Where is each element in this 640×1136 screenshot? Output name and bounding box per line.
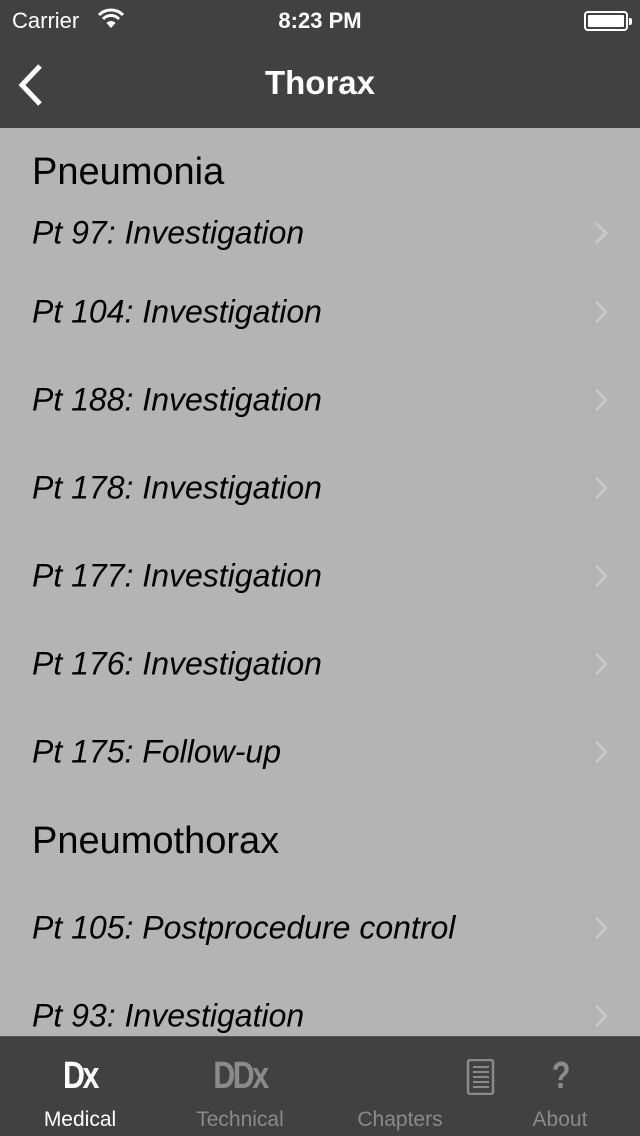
list-item-label: Pt 177: Investigation	[32, 557, 322, 594]
chevron-right-icon	[594, 300, 608, 324]
tab-label: About	[532, 1108, 588, 1131]
chevron-right-icon	[594, 916, 608, 940]
list-item-label: Pt 104: Investigation	[32, 293, 322, 330]
list-item[interactable]: Pt 188: Investigation	[0, 356, 640, 444]
chevron-right-icon	[594, 740, 608, 764]
list-item[interactable]: Pt 176: Investigation	[0, 620, 640, 708]
chevron-right-icon	[594, 1004, 608, 1028]
status-bar: Carrier 8:23 PM	[0, 0, 640, 40]
list-item-label: Pt 178: Investigation	[32, 469, 322, 506]
list-item[interactable]: Pt 93: Investigation	[0, 972, 640, 1036]
list-item[interactable]: Pt 105: Postprocedure control	[0, 884, 640, 972]
list-item[interactable]: Pt 97: Investigation	[0, 198, 640, 268]
case-list[interactable]: Pneumonia Pt 97: Investigation Pt 104: Inv…	[0, 128, 640, 1036]
list-item[interactable]: Pt 104: Investigation	[0, 268, 640, 356]
tab-about[interactable]: ? About	[480, 1037, 640, 1136]
header: Carrier 8:23 PM Thorax	[0, 0, 640, 128]
section-header: Pneumothorax	[32, 820, 280, 862]
section-header: Pneumonia	[32, 151, 225, 193]
chevron-right-icon	[594, 221, 608, 245]
chevron-right-icon	[594, 476, 608, 500]
tab-label: Medical	[43, 1108, 117, 1131]
list-item-label: Pt 188: Investigation	[32, 381, 322, 418]
tab-technical[interactable]: DDx Technical	[160, 1037, 320, 1136]
list-item[interactable]: Pt 177: Investigation	[0, 532, 640, 620]
list-item-label: Pt 97: Investigation	[32, 214, 305, 251]
battery-icon	[584, 11, 632, 31]
page-title: Thorax	[264, 64, 376, 101]
list-item-label: Pt 93: Investigation	[32, 997, 305, 1034]
chevron-right-icon	[594, 652, 608, 676]
list-item-label: Pt 175: Follow-up	[32, 733, 282, 770]
list-item[interactable]: Pt 178: Investigation	[0, 444, 640, 532]
list-item-label: Pt 105: Postprocedure control	[32, 909, 456, 946]
tab-label: Technical	[196, 1108, 284, 1131]
clock: 8:23 PM	[278, 8, 362, 33]
chevron-right-icon	[594, 564, 608, 588]
tab-label: Chapters	[357, 1108, 443, 1131]
chevron-right-icon	[594, 388, 608, 412]
question-icon: ?	[551, 1055, 571, 1097]
tab-bar: Dx Medical DDx Technical Chapters ? About	[0, 1036, 640, 1136]
list-item-label: Pt 176: Investigation	[32, 645, 322, 682]
list-item[interactable]: Pt 175: Follow-up	[0, 708, 640, 796]
tab-chapters[interactable]: Chapters	[320, 1037, 495, 1136]
ddx-icon: DDx	[213, 1055, 269, 1097]
tab-medical[interactable]: Dx Medical	[0, 1037, 160, 1136]
dx-icon: Dx	[62, 1055, 99, 1097]
